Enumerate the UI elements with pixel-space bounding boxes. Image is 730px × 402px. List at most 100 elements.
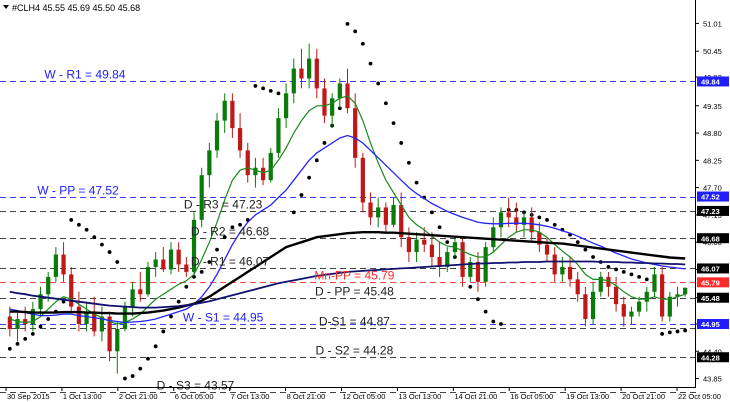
level-label: W - S1 = 44.95 bbox=[183, 311, 264, 325]
x-tick-label: 14 Oct 21:00 bbox=[454, 392, 497, 401]
sar-dot bbox=[307, 175, 312, 180]
candle-body bbox=[552, 254, 557, 275]
candle-body bbox=[644, 291, 649, 302]
sar-dot bbox=[169, 314, 173, 319]
sar-dot bbox=[545, 217, 549, 222]
candle-body bbox=[222, 100, 227, 121]
price-tag-label: 49.84 bbox=[701, 78, 721, 87]
x-tick-label: 19 Oct 13:00 bbox=[566, 392, 609, 401]
level-label: D - R1 = 46.07 bbox=[191, 255, 270, 269]
sar-dot bbox=[107, 250, 112, 254]
y-tick-label: 49.35 bbox=[703, 102, 722, 111]
sar-dot bbox=[445, 240, 450, 245]
sar-dot bbox=[414, 180, 419, 185]
y-tick-label: 50.45 bbox=[703, 47, 722, 56]
sar-dot bbox=[30, 332, 35, 336]
candle-body bbox=[567, 266, 573, 280]
candle-body bbox=[299, 68, 304, 79]
price-tag-label: 46.68 bbox=[701, 234, 720, 243]
candle-body bbox=[491, 227, 496, 248]
sar-dot bbox=[360, 41, 365, 46]
x-tick-label: 30 Sep 2015 bbox=[7, 392, 50, 401]
sar-dot bbox=[176, 299, 181, 304]
x-tick-label: 1 Oct 13:00 bbox=[63, 392, 102, 401]
candle-body bbox=[245, 150, 250, 176]
candle-body bbox=[53, 254, 58, 277]
level-label: D - PP = 45.48 bbox=[315, 285, 394, 299]
candle-body bbox=[161, 259, 166, 270]
candle-body bbox=[46, 276, 51, 295]
sar-dot bbox=[552, 222, 557, 227]
sar-dot bbox=[314, 158, 319, 163]
sar-dot bbox=[123, 376, 127, 381]
candle-body bbox=[383, 207, 388, 225]
sar-dot bbox=[667, 330, 672, 335]
level-label: D - R2 = 46.68 bbox=[191, 225, 270, 239]
sar-dot bbox=[345, 22, 350, 26]
candle-body bbox=[368, 202, 373, 218]
candle-body bbox=[422, 239, 427, 245]
candle-body bbox=[544, 244, 550, 255]
candle-body bbox=[637, 301, 642, 312]
candle-body bbox=[283, 93, 289, 119]
sar-dot bbox=[153, 344, 158, 349]
sar-dot bbox=[146, 356, 150, 361]
candle-body bbox=[483, 247, 488, 282]
sar-dot bbox=[430, 210, 434, 215]
candle-body bbox=[230, 100, 235, 129]
candle-body bbox=[207, 150, 212, 176]
sar-dot bbox=[675, 329, 680, 334]
chart-title: #CLH4 45.55 45.69 45.50 45.68 bbox=[12, 3, 140, 13]
sar-dot bbox=[268, 88, 273, 93]
y-tick-label: 48.25 bbox=[703, 156, 722, 165]
candle-body bbox=[560, 266, 565, 275]
level-label: D-S1 = 44.87 bbox=[319, 315, 390, 329]
x-tick-label: 6 Oct 05:00 bbox=[175, 392, 214, 401]
level-label: D - S3 = 43.57 bbox=[157, 379, 235, 393]
candle-body bbox=[115, 328, 120, 352]
candle-body bbox=[314, 58, 319, 89]
sar-dot bbox=[483, 309, 488, 314]
price-tag-label: 44.95 bbox=[701, 320, 720, 329]
candle-body bbox=[291, 68, 296, 94]
sar-dot bbox=[322, 141, 327, 145]
x-tick-label: 2 Oct 21:00 bbox=[119, 392, 158, 401]
candle-body bbox=[237, 128, 243, 151]
sar-dot bbox=[368, 61, 373, 66]
sar-dot bbox=[46, 317, 51, 321]
candle-body bbox=[652, 274, 657, 292]
level-label: D - S2 = 44.28 bbox=[316, 344, 394, 358]
sar-dot bbox=[644, 277, 649, 282]
sar-dot bbox=[383, 101, 388, 106]
level-label: D - R3 = 47.23 bbox=[184, 198, 263, 212]
sar-dot bbox=[437, 225, 442, 230]
candle-body bbox=[260, 167, 266, 181]
price-tag-label: 44.28 bbox=[701, 353, 720, 362]
x-tick-label: 7 Oct 13:00 bbox=[231, 392, 270, 401]
sar-dot bbox=[391, 121, 396, 126]
candle-body bbox=[475, 262, 481, 282]
candle-body bbox=[406, 237, 412, 253]
candle-body bbox=[130, 289, 135, 307]
sar-dot bbox=[184, 284, 189, 289]
candle-body bbox=[153, 259, 158, 267]
x-tick-label: 8 Oct 21:00 bbox=[287, 392, 326, 401]
sar-dot bbox=[476, 297, 480, 302]
price-tag-label: 45.79 bbox=[701, 279, 720, 288]
price-tag-label: 47.52 bbox=[701, 193, 720, 202]
y-tick-label: 43.85 bbox=[703, 375, 722, 384]
candle-body bbox=[590, 291, 596, 320]
candle-body bbox=[330, 98, 335, 116]
sar-dot bbox=[261, 86, 265, 91]
sar-dot bbox=[399, 141, 404, 145]
candle-body bbox=[376, 207, 381, 218]
chart-header: #CLH4 45.55 45.69 45.50 45.68 bbox=[3, 3, 140, 13]
candle-body bbox=[7, 316, 12, 329]
candle-body bbox=[583, 294, 588, 320]
sar-dot bbox=[276, 91, 281, 96]
sar-dot bbox=[100, 242, 104, 247]
candle-body bbox=[337, 83, 342, 99]
sar-dot bbox=[537, 215, 542, 220]
candle-body bbox=[621, 304, 626, 317]
sar-dot bbox=[683, 328, 688, 333]
